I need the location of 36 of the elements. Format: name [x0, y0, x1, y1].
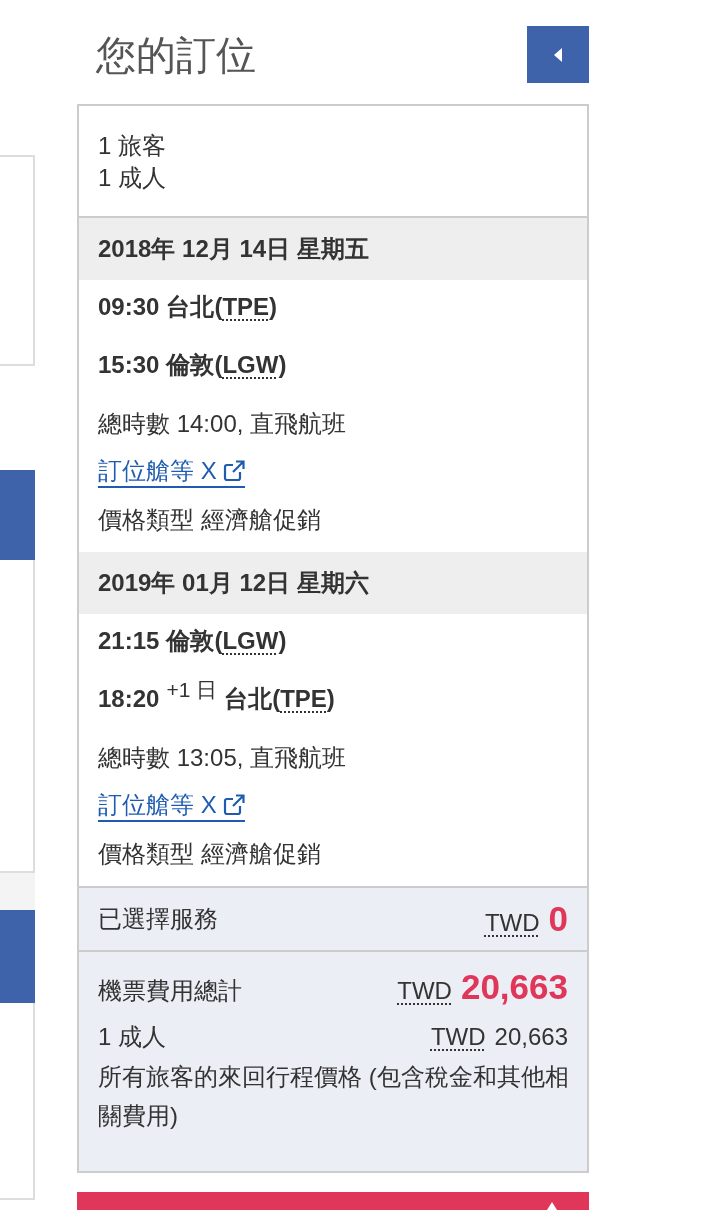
flight-duration: 總時數 14:00, 直飛航班 — [98, 409, 348, 439]
flight-time: 21:15 — [98, 626, 160, 656]
price-amount: 20,663 — [460, 967, 568, 1007]
passenger-count: 1 旅客 — [98, 131, 167, 161]
fare-class-link[interactable]: 訂位艙等 X — [98, 790, 245, 822]
flight-time: 18:20 — [98, 684, 160, 714]
caret-left-icon — [554, 47, 562, 62]
passenger-type-label: 1 成人 — [98, 1022, 166, 1052]
flight-duration: 總時數 13:05, 直飛航班 — [98, 743, 348, 773]
currency-code: TWD — [430, 1022, 486, 1052]
external-link-icon — [222, 460, 245, 482]
price-note: 所有旅客的來回行程價格 (包含稅金和其他相關費用) — [98, 1062, 570, 1131]
services-label: 已選擇服務 — [98, 904, 218, 934]
fare-class-link[interactable]: 訂位艙等 X — [98, 456, 245, 488]
airport-location: 台北(TPE) — [224, 684, 335, 714]
price-amount: 20,663 — [494, 1022, 568, 1052]
total-label: 機票費用總計 — [98, 976, 242, 1006]
section-title: 您的訂位 — [95, 31, 256, 79]
price-amount: 0 — [548, 899, 568, 939]
currency-code: TWD — [397, 976, 452, 1006]
action-bar[interactable] — [77, 1192, 589, 1210]
passenger-count: 1 成人 — [98, 163, 167, 193]
flight-time: 09:30 — [98, 292, 160, 322]
airport-location: 倫敦(LGW) — [166, 626, 287, 656]
fare-type: 價格類型 經濟艙促銷 — [98, 505, 322, 535]
flight-time: 15:30 — [98, 350, 160, 380]
caret-up-icon — [547, 1202, 557, 1210]
currency-code: TWD — [484, 909, 540, 937]
external-link-icon — [222, 794, 245, 816]
collapse-button[interactable] — [527, 26, 589, 83]
date-header: 2018年 12月 14日 星期五 — [79, 218, 587, 280]
airport-location: 倫敦(LGW) — [166, 350, 287, 380]
date-header: 2019年 01月 12日 星期六 — [79, 552, 587, 614]
day-offset: +1 日 — [166, 677, 218, 701]
airport-location: 台北(TPE) — [166, 292, 278, 322]
fare-type: 價格類型 經濟艙促銷 — [98, 839, 322, 869]
